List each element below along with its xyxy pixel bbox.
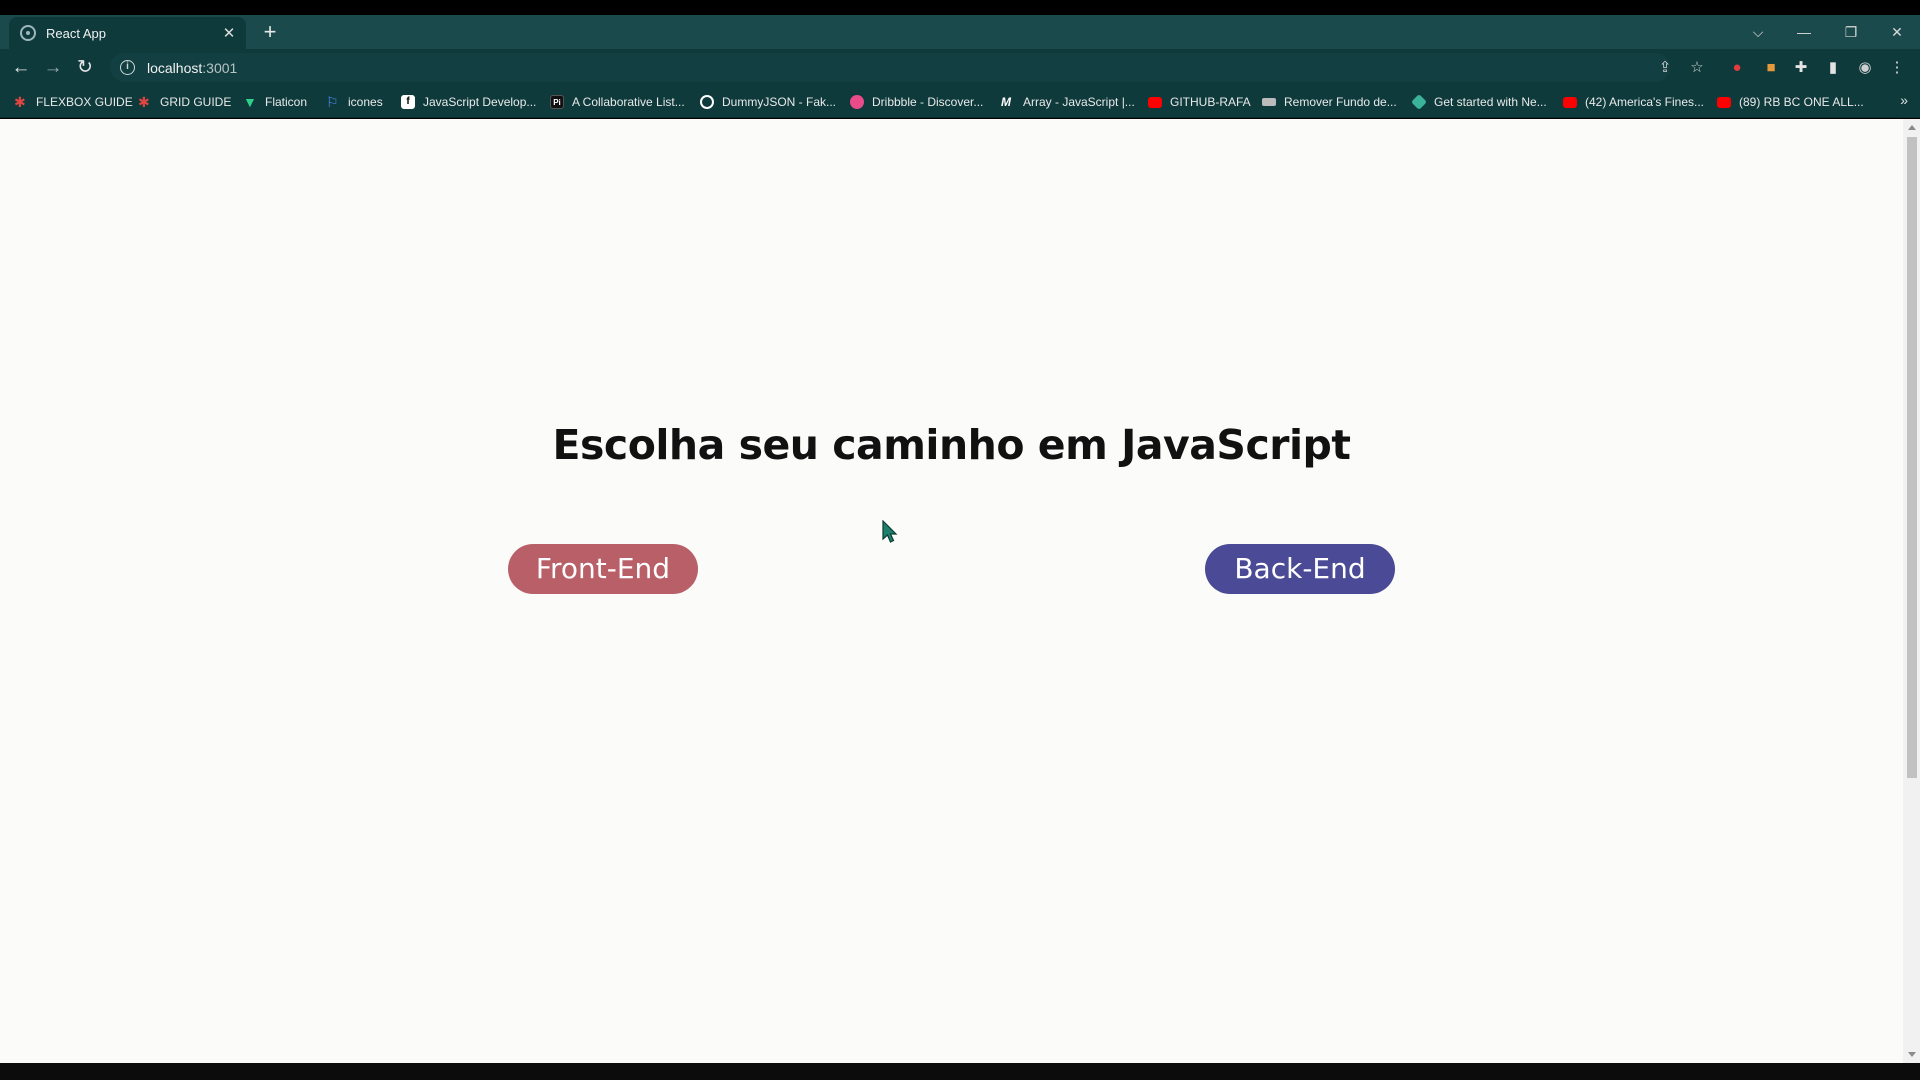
screen-top-border [0,0,1920,15]
mdn-icon: M [1001,95,1011,109]
tab-title: React App [46,25,106,41]
close-tab-icon[interactable]: ✕ [218,22,240,44]
bookmark-item[interactable]: Remover Fundo de... [1262,92,1397,112]
bookmark-item[interactable]: DummyJSON - Fak... [700,92,836,112]
pi-logo-icon: Pi [550,95,564,109]
bookmark-item[interactable]: ⚐ icones [326,92,383,112]
layers-icon [1262,98,1276,106]
bookmark-item[interactable]: f JavaScript Develop... [401,92,536,112]
scroll-up-arrow-icon[interactable] [1908,125,1916,130]
extension-badge-icon[interactable]: ■ [1760,57,1782,79]
bookmark-item[interactable]: ✱ GRID GUIDE [138,92,231,112]
close-window-icon[interactable]: ✕ [1877,19,1917,45]
asterisk-icon: ✱ [14,94,26,110]
tab-search-icon[interactable]: ⌵ [1738,19,1778,45]
scroll-down-arrow-icon[interactable] [1908,1052,1916,1057]
url-text: localhost:3001 [147,59,238,76]
flaticon-icon: ▼ [243,94,257,110]
bookmark-item[interactable]: (42) America's Fines... [1563,92,1704,112]
bookmark-star-icon[interactable]: ☆ [1686,58,1708,78]
bookmark-label: (42) America's Fines... [1585,95,1704,109]
back-end-button[interactable]: Back-End [1205,544,1395,594]
diamond-icon [1411,94,1427,110]
extensions-puzzle-icon[interactable]: ✚ [1790,57,1812,79]
share-icon[interactable]: ⇪ [1654,58,1676,78]
bookmark-item[interactable]: (89) RB BC ONE ALL... [1717,92,1864,112]
more-bookmarks-icon[interactable]: » [1900,92,1908,108]
dribbble-icon [850,95,864,109]
bookmark-label: GRID GUIDE [160,95,232,109]
bookmark-label: A Collaborative List... [572,95,685,109]
bookmark-label: GITHUB-RAFA [1170,95,1251,109]
bookmark-item[interactable]: GITHUB-RAFA [1148,92,1251,112]
new-tab-button[interactable]: + [258,20,282,44]
globe-icon [700,95,714,109]
react-favicon-icon [20,25,36,41]
youtube-icon [1563,96,1577,108]
bookmark-item[interactable]: ▼ Flaticon [243,92,307,112]
restore-icon[interactable]: ❐ [1831,19,1871,45]
bookmark-label: icones [348,95,383,109]
page-viewport: Escolha seu caminho em JavaScript Front-… [0,119,1903,1063]
bookmark-item[interactable]: Pi A Collaborative List... [550,92,685,112]
forward-arrow-icon[interactable]: → [40,55,66,81]
front-end-button[interactable]: Front-End [508,544,698,594]
address-bar[interactable]: i localhost:3001 [110,53,1670,82]
bookmark-label: JavaScript Develop... [423,95,537,109]
side-panel-icon[interactable]: ▮ [1822,57,1844,79]
bookmark-label: Dribbble - Discover... [872,95,984,109]
bookmarks-bar: ✱ FLEXBOX GUIDE ✱ GRID GUIDE ▼ Flaticon … [0,86,1920,118]
bookmark-item[interactable]: ✱ FLEXBOX GUIDE [14,92,133,112]
bookmark-item[interactable]: M Array - JavaScript |... [1001,92,1135,112]
bookmark-label: Array - JavaScript |... [1023,95,1135,109]
menu-kebab-icon[interactable]: ⋮ [1886,57,1908,79]
back-arrow-icon[interactable]: ← [8,55,34,81]
vertical-scrollbar[interactable] [1903,119,1920,1063]
youtube-icon [1148,96,1162,108]
extension-red-icon[interactable]: ● [1726,57,1748,79]
bookmark-item[interactable]: Get started with Ne... [1411,92,1547,112]
bookmark-item[interactable]: Dribbble - Discover... [850,92,983,112]
screen-bottom-border [0,1063,1920,1080]
reload-icon[interactable]: ↻ [72,55,98,81]
f-logo-icon: f [401,95,415,109]
scrollbar-thumb[interactable] [1907,137,1917,778]
bookmark-label: Flaticon [265,95,308,109]
minimize-icon[interactable]: — [1784,19,1824,45]
bookmark-label: Remover Fundo de... [1284,95,1397,109]
bookmark-label: (89) RB BC ONE ALL... [1739,95,1864,109]
tab-react-app[interactable]: React App ✕ [9,17,246,49]
page-heading: Escolha seu caminho em JavaScript [552,421,1351,469]
bookmark-label: DummyJSON - Fak... [722,95,837,109]
asterisk-icon: ✱ [138,94,150,110]
mouse-cursor-icon [882,520,898,543]
bookmark-label: Get started with Ne... [1434,95,1547,109]
tab-strip: React App ✕ + ⌵ — ❐ ✕ [0,15,1920,49]
youtube-icon [1717,96,1731,108]
flag-icon: ⚐ [326,94,339,110]
bookmark-label: FLEXBOX GUIDE [36,95,133,109]
site-info-icon[interactable]: i [120,60,135,75]
profile-avatar-icon[interactable]: ◉ [1854,57,1876,79]
browser-toolbar: ← → ↻ i localhost:3001 ⇪ ☆ ● ■ ✚ ▮ ◉ ⋮ [0,49,1920,86]
